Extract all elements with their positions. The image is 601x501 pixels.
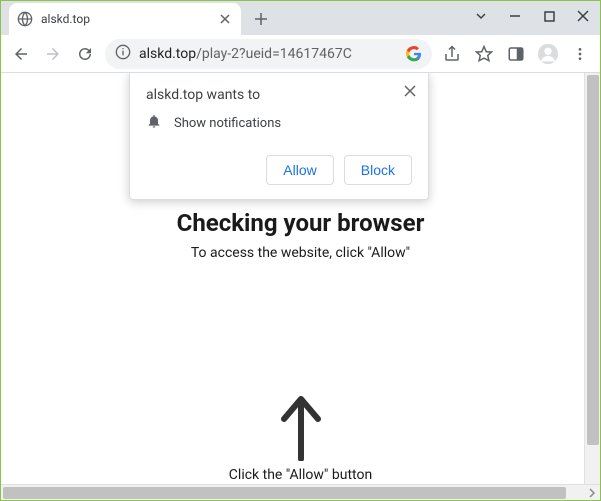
browser-titlebar: alskd.top: [1, 1, 600, 35]
back-button[interactable]: [7, 40, 35, 68]
reload-button[interactable]: [71, 40, 99, 68]
block-button[interactable]: Block: [344, 155, 412, 185]
page-content: Checking your browser To access the webs…: [1, 73, 600, 484]
scroll-right-icon[interactable]: [584, 485, 600, 501]
browser-toolbar: alskd.top/play-2?ueid=14617467C: [1, 35, 600, 73]
dialog-close-icon[interactable]: [400, 81, 420, 101]
scrollbar-thumb[interactable]: [587, 75, 599, 445]
google-icon[interactable]: [406, 46, 422, 62]
arrow-section: Click the "Allow" button: [1, 391, 600, 483]
window-maximize-button[interactable]: [532, 1, 566, 31]
arrow-up-icon: [276, 391, 326, 461]
window-minimize-button[interactable]: [498, 1, 532, 31]
tab-title: alskd.top: [41, 12, 217, 26]
share-icon[interactable]: [438, 40, 466, 68]
vertical-scrollbar[interactable]: [584, 73, 600, 484]
menu-dots-icon[interactable]: [566, 40, 594, 68]
site-info-icon[interactable]: [115, 44, 131, 64]
new-tab-button[interactable]: [247, 5, 275, 33]
page-heading: Checking your browser: [1, 209, 600, 237]
forward-button[interactable]: [39, 40, 67, 68]
address-bar[interactable]: alskd.top/play-2?ueid=14617467C: [105, 39, 432, 69]
window-close-button[interactable]: [566, 1, 600, 31]
window-controls: [464, 1, 600, 31]
globe-icon: [17, 11, 33, 27]
browser-tab[interactable]: alskd.top: [9, 3, 241, 35]
horizontal-scrollbar[interactable]: [1, 484, 600, 500]
scrollbar-thumb[interactable]: [3, 487, 566, 499]
page-subheading: To access the website, click "Allow": [1, 245, 600, 261]
tab-close-icon[interactable]: [217, 11, 233, 27]
side-panel-icon[interactable]: [502, 40, 530, 68]
window-caret-down-icon[interactable]: [464, 1, 498, 31]
dialog-permission-item: Show notifications: [174, 116, 281, 131]
dialog-title: alskd.top wants to: [146, 87, 412, 103]
bell-icon: [146, 113, 162, 133]
profile-avatar-icon[interactable]: [534, 40, 562, 68]
allow-button[interactable]: Allow: [266, 155, 333, 185]
notification-permission-dialog: alskd.top wants to Show notifications Al…: [129, 73, 429, 200]
bookmark-star-icon[interactable]: [470, 40, 498, 68]
url-text: alskd.top/play-2?ueid=14617467C: [139, 46, 398, 62]
arrow-caption: Click the "Allow" button: [229, 467, 372, 483]
